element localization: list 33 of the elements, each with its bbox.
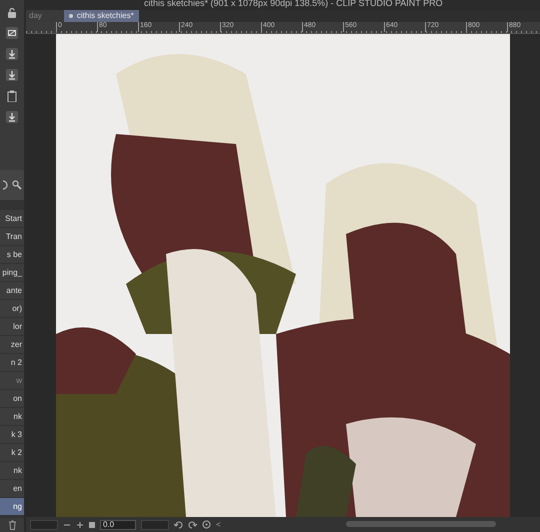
layer-item[interactable]: k 2 (0, 444, 24, 461)
collapse-button[interactable]: < (216, 520, 221, 529)
layer-item[interactable]: nk (0, 408, 24, 425)
layer-item[interactable]: ante (0, 282, 24, 299)
slider-track[interactable] (30, 520, 58, 530)
download-icon[interactable] (6, 48, 18, 60)
layer-item[interactable]: lor (0, 318, 24, 335)
document-tab[interactable]: cithis sketchies* (64, 10, 139, 22)
angle-field[interactable]: 0.0 (100, 520, 136, 530)
download-icon[interactable] (6, 69, 18, 81)
square-icon[interactable] (89, 522, 95, 528)
layer-item[interactable]: k 3 (0, 426, 24, 443)
layer-item[interactable]: nk (0, 462, 24, 479)
slider-track[interactable] (141, 520, 169, 530)
scrollbar-thumb[interactable] (346, 520, 496, 526)
layer-item[interactable]: zer (0, 336, 24, 353)
layer-item[interactable]: s be (0, 246, 24, 263)
layer-item[interactable]: n 2 (0, 354, 24, 371)
layer-item[interactable]: ping_ (0, 264, 24, 281)
rotate-right-icon[interactable] (188, 520, 197, 529)
layer-item[interactable]: ng (0, 498, 24, 515)
trash-icon[interactable] (8, 520, 16, 530)
layer-item[interactable]: Start (0, 210, 24, 227)
layer-item[interactable]: on (0, 390, 24, 407)
reset-rotation-icon[interactable] (202, 520, 211, 529)
download-icon[interactable] (6, 111, 18, 123)
layer-item[interactable]: Tran (0, 228, 24, 245)
plus-icon[interactable] (76, 520, 84, 528)
rotate-left-icon[interactable] (174, 520, 183, 529)
clipboard-icon[interactable] (6, 90, 18, 102)
layer-item[interactable]: or) (0, 300, 24, 317)
lock-icon[interactable] (7, 8, 17, 18)
layer-item[interactable]: en (0, 480, 24, 497)
